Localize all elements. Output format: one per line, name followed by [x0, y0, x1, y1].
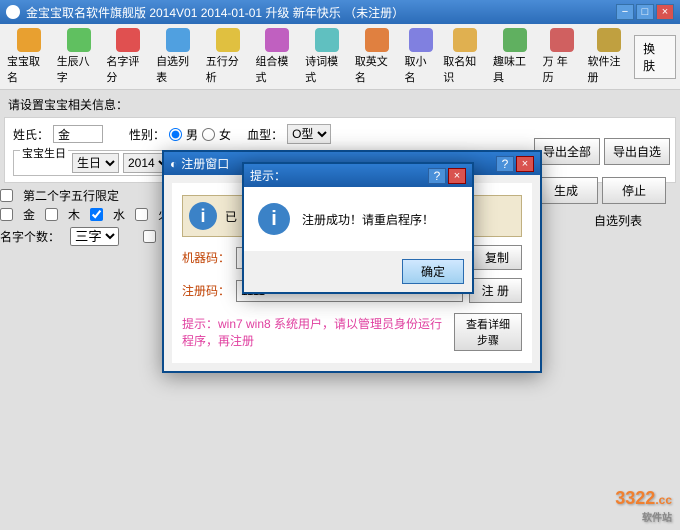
minimize-button[interactable]: − — [616, 4, 634, 20]
toolbar-item-12[interactable]: 软件注册 — [584, 26, 634, 87]
name-count-select[interactable]: 三字 — [70, 227, 119, 246]
ok-button[interactable]: 确定 — [402, 259, 464, 284]
register-dialog-icon: ◐ — [170, 157, 177, 171]
config-label: 请设置宝宝相关信息： — [8, 96, 672, 113]
toolbar-label: 五行分析 — [206, 53, 250, 85]
toolbar-item-10[interactable]: 趣味工具 — [490, 26, 540, 87]
toolbar-item-6[interactable]: 诗词模式 — [302, 26, 352, 87]
toolbar-label: 取英文名 — [355, 53, 399, 85]
toolbar-label: 名字评分 — [106, 53, 150, 85]
toolbar: 宝宝取名生辰八字名字评分自选列表五行分析组合模式诗词模式取英文名取小名取名知识趣… — [0, 24, 680, 90]
toolbar-label: 万 年 历 — [543, 53, 582, 85]
toolbar-item-11[interactable]: 万 年 历 — [540, 26, 585, 87]
toolbar-label: 取小名 — [405, 53, 438, 85]
blood-label: 血型： — [247, 126, 283, 143]
stop-button[interactable]: 停止 — [602, 177, 666, 204]
app-icon — [6, 5, 20, 19]
toolbar-item-8[interactable]: 取小名 — [402, 26, 441, 87]
detail-steps-button[interactable]: 查看详细步骤 — [454, 313, 522, 351]
toolbar-icon — [166, 28, 190, 52]
birth-type-select[interactable]: 生日 — [72, 153, 119, 173]
gender-male-radio[interactable] — [169, 128, 182, 141]
toolbar-item-9[interactable]: 取名知识 — [440, 26, 490, 87]
toolbar-label: 诗词模式 — [305, 53, 349, 85]
gender-label: 性别： — [129, 126, 165, 143]
toolbar-icon — [265, 28, 289, 52]
register-help-button[interactable]: ? — [496, 156, 514, 172]
mu-check[interactable] — [45, 208, 58, 221]
maximize-button[interactable]: □ — [636, 4, 654, 20]
toolbar-icon — [17, 28, 41, 52]
title-bar: 金宝宝取名软件旗舰版 2014V01 2014-01-01 升级 新年快乐 （未… — [0, 0, 680, 24]
message-dialog: 提示： ? × i 注册成功！请重启程序！ 确定 — [242, 162, 474, 294]
surname-label: 姓氏： — [13, 126, 49, 143]
toolbar-label: 生辰八字 — [57, 53, 101, 85]
info-icon: i — [189, 202, 217, 230]
toolbar-icon — [409, 28, 433, 52]
toolbar-icon — [503, 28, 527, 52]
toolbar-item-3[interactable]: 自选列表 — [153, 26, 203, 87]
copy-button[interactable]: 复制 — [472, 245, 522, 270]
toolbar-icon — [315, 28, 339, 52]
reg-code-label: 注册码： — [182, 282, 230, 299]
register-close-button[interactable]: × — [516, 156, 534, 172]
limit-char-check[interactable] — [143, 230, 156, 243]
message-close-button[interactable]: × — [448, 168, 466, 184]
surname-input[interactable] — [53, 125, 103, 143]
register-button[interactable]: 注 册 — [469, 278, 522, 303]
toolbar-item-4[interactable]: 五行分析 — [203, 26, 253, 87]
toolbar-item-7[interactable]: 取英文名 — [352, 26, 402, 87]
toolbar-item-1[interactable]: 生辰八字 — [54, 26, 104, 87]
export-sel-button[interactable]: 导出自选 — [604, 138, 670, 165]
toolbar-label: 趣味工具 — [493, 53, 537, 85]
toolbar-label: 宝宝取名 — [7, 53, 51, 85]
right-buttons: 导出全部 导出自选 生成 停止 — [534, 138, 670, 204]
toolbar-label: 组合模式 — [255, 53, 299, 85]
message-help-button[interactable]: ? — [428, 168, 446, 184]
toolbar-icon — [453, 28, 477, 52]
toolbar-label: 自选列表 — [156, 53, 200, 85]
toolbar-icon — [216, 28, 240, 52]
toolbar-label: 软件注册 — [587, 53, 631, 85]
toolbar-icon — [365, 28, 389, 52]
gender-female-text: 女 — [219, 126, 231, 143]
blood-select[interactable]: O型 — [287, 124, 331, 144]
register-hint: 提示：win7 win8 系统用户，请以管理员身份运行程序，再注册 — [182, 315, 454, 349]
window-title: 金宝宝取名软件旗舰版 2014V01 2014-01-01 升级 新年快乐 （未… — [26, 4, 616, 21]
gender-male-text: 男 — [186, 126, 198, 143]
toolbar-icon — [116, 28, 140, 52]
toolbar-icon — [597, 28, 621, 52]
info-icon: i — [258, 203, 290, 235]
birth-label: 宝宝生日 — [20, 145, 68, 161]
close-button[interactable]: × — [656, 4, 674, 20]
watermark: 3322.cc 软件站 — [615, 488, 672, 524]
machine-code-label: 机器码： — [182, 249, 230, 266]
generate-button[interactable]: 生成 — [534, 177, 598, 204]
tab-selected[interactable]: 自选列表 — [594, 212, 642, 229]
toolbar-label: 取名知识 — [443, 53, 487, 85]
jin-check[interactable] — [0, 208, 13, 221]
export-all-button[interactable]: 导出全部 — [534, 138, 600, 165]
huo-check[interactable] — [135, 208, 148, 221]
shui-check[interactable] — [90, 208, 103, 221]
gender-female-radio[interactable] — [202, 128, 215, 141]
toolbar-item-0[interactable]: 宝宝取名 — [4, 26, 54, 87]
window-buttons: − □ × — [616, 4, 674, 20]
toolbar-item-2[interactable]: 名字评分 — [103, 26, 153, 87]
second-limit-check[interactable] — [0, 189, 13, 202]
message-text: 注册成功！请重启程序！ — [302, 211, 434, 228]
register-status-text: 已 — [225, 208, 237, 225]
skin-button[interactable]: 换肤 — [634, 35, 676, 79]
toolbar-item-5[interactable]: 组合模式 — [252, 26, 302, 87]
message-dialog-title: 提示： — [250, 167, 428, 184]
toolbar-icon — [67, 28, 91, 52]
toolbar-icon — [550, 28, 574, 52]
